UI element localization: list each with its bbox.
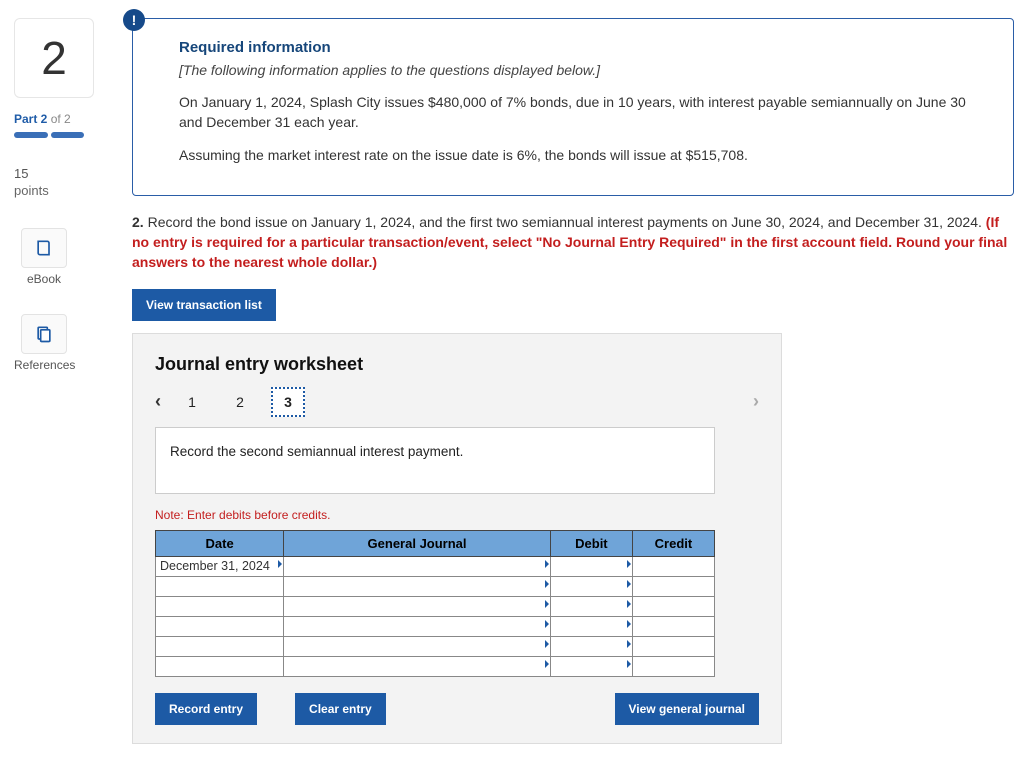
- view-general-journal-button[interactable]: View general journal: [615, 693, 759, 725]
- cell-debit[interactable]: [550, 656, 632, 676]
- table-row: [156, 636, 715, 656]
- cell-date[interactable]: [156, 656, 284, 676]
- ebook-label: eBook: [27, 272, 61, 286]
- cell-date[interactable]: [156, 616, 284, 636]
- worksheet-title: Journal entry worksheet: [155, 354, 759, 375]
- cell-debit[interactable]: [550, 596, 632, 616]
- view-transaction-list-button[interactable]: View transaction list: [132, 289, 276, 321]
- cell-date[interactable]: [156, 636, 284, 656]
- cell-debit[interactable]: [550, 636, 632, 656]
- info-heading: Required information: [179, 39, 987, 56]
- points-label: points: [14, 183, 49, 198]
- cell-date[interactable]: [156, 596, 284, 616]
- entry-instruction: Record the second semiannual interest pa…: [155, 427, 715, 494]
- points: 15 points: [14, 166, 114, 200]
- cell-account[interactable]: [284, 616, 551, 636]
- cell-credit[interactable]: [632, 576, 714, 596]
- required-info-card: ! Required information [The following in…: [132, 18, 1014, 196]
- progress-seg-2: [51, 132, 85, 138]
- info-subtext: [The following information applies to th…: [179, 62, 987, 78]
- col-general-journal: General Journal: [284, 530, 551, 556]
- table-row: [156, 656, 715, 676]
- cell-credit[interactable]: [632, 636, 714, 656]
- info-paragraph-1: On January 1, 2024, Splash City issues $…: [179, 92, 987, 133]
- cell-credit[interactable]: [632, 556, 714, 576]
- main-content: ! Required information [The following in…: [132, 18, 1014, 744]
- note-debits-before-credits: Note: Enter debits before credits.: [155, 508, 759, 522]
- question-number-inline: 2.: [132, 214, 144, 230]
- points-value: 15: [14, 166, 114, 183]
- question-text: 2. Record the bond issue on January 1, 2…: [132, 212, 1014, 273]
- ebook-link[interactable]: eBook: [14, 228, 74, 286]
- cell-credit[interactable]: [632, 596, 714, 616]
- cell-debit[interactable]: [550, 576, 632, 596]
- cell-debit[interactable]: [550, 616, 632, 636]
- col-credit: Credit: [632, 530, 714, 556]
- worksheet-buttons: Record entry Clear entry View general jo…: [155, 693, 759, 725]
- chevron-left-icon[interactable]: ‹: [155, 391, 161, 412]
- table-row: [156, 576, 715, 596]
- cell-date[interactable]: [156, 576, 284, 596]
- journal-body: December 31, 2024: [156, 556, 715, 676]
- col-date: Date: [156, 530, 284, 556]
- cell-account[interactable]: [284, 556, 551, 576]
- sidebar: 2 Part 2 of 2 15 points eBook References: [14, 18, 114, 744]
- journal-entry-table: Date General Journal Debit Credit Decemb…: [155, 530, 715, 677]
- question-body: Record the bond issue on January 1, 2024…: [148, 214, 986, 230]
- clear-entry-button[interactable]: Clear entry: [295, 693, 386, 725]
- question-number: 2: [41, 31, 67, 85]
- part-of-text: of 2: [51, 112, 71, 126]
- ebook-icon: [21, 228, 67, 268]
- cell-account[interactable]: [284, 596, 551, 616]
- info-badge-icon: !: [123, 9, 145, 31]
- table-row: [156, 596, 715, 616]
- cell-credit[interactable]: [632, 656, 714, 676]
- part-indicator: Part 2 of 2: [14, 112, 114, 126]
- question-number-box: 2: [14, 18, 94, 98]
- table-row: [156, 616, 715, 636]
- step-2[interactable]: 2: [223, 387, 257, 417]
- record-entry-button[interactable]: Record entry: [155, 693, 257, 725]
- info-paragraph-2: Assuming the market interest rate on the…: [179, 145, 987, 165]
- cell-debit[interactable]: [550, 556, 632, 576]
- references-link[interactable]: References: [14, 314, 74, 372]
- cell-account[interactable]: [284, 656, 551, 676]
- journal-worksheet-panel: Journal entry worksheet ‹ 1 2 3 › Record…: [132, 333, 782, 744]
- step-1[interactable]: 1: [175, 387, 209, 417]
- table-row: December 31, 2024: [156, 556, 715, 576]
- progress-seg-1: [14, 132, 48, 138]
- col-debit: Debit: [550, 530, 632, 556]
- cell-account[interactable]: [284, 576, 551, 596]
- cell-account[interactable]: [284, 636, 551, 656]
- worksheet-step-nav: ‹ 1 2 3 ›: [155, 387, 759, 417]
- cell-date[interactable]: December 31, 2024: [156, 556, 284, 576]
- part-label-text: Part 2: [14, 112, 47, 126]
- references-icon: [21, 314, 67, 354]
- chevron-right-icon[interactable]: ›: [753, 391, 759, 412]
- step-3[interactable]: 3: [271, 387, 305, 417]
- cell-credit[interactable]: [632, 616, 714, 636]
- references-label: References: [14, 358, 75, 372]
- part-progress: [14, 132, 84, 138]
